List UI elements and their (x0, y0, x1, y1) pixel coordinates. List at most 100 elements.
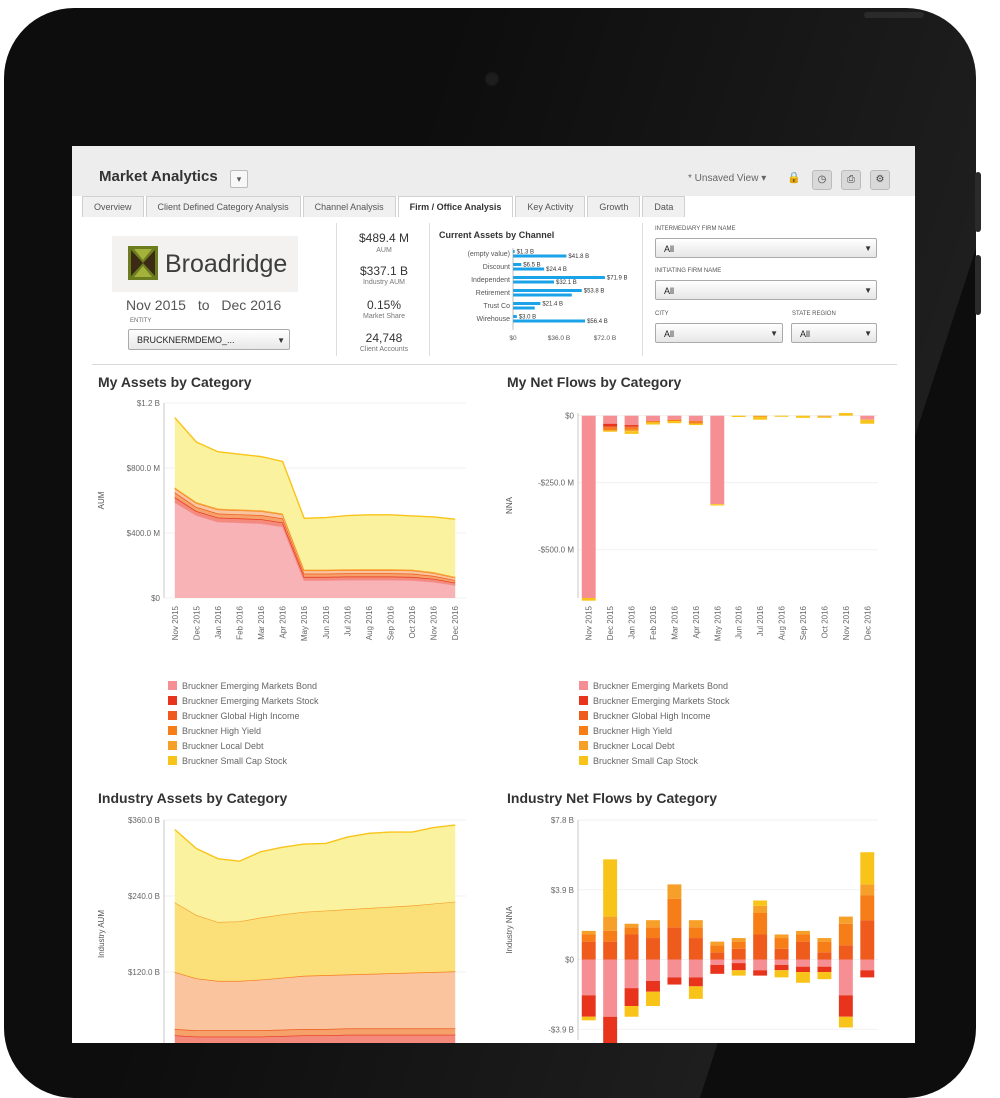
tab-firm-office-analysis[interactable]: Firm / Office Analysis (398, 196, 514, 217)
legend-swatch (579, 756, 588, 765)
lock-icon[interactable]: 🔒 (787, 171, 801, 184)
chevron-down-icon: ▼ (864, 281, 872, 301)
tab-client-defined-category-analysis[interactable]: Client Defined Category Analysis (146, 196, 301, 217)
bar-segment (603, 917, 617, 931)
filter-city-select[interactable]: All▼ (655, 323, 783, 343)
bar-segment (860, 895, 874, 920)
date-separator: to (198, 297, 210, 313)
bar-segment (582, 942, 596, 960)
x-tick-label: Aug 2016 (778, 605, 787, 640)
y-axis-label: AUM (97, 491, 106, 509)
channel-bar-label: $24.4 B (546, 267, 567, 273)
bar-segment (817, 952, 831, 959)
tab-key-activity[interactable]: Key Activity (515, 196, 585, 217)
entity-select[interactable]: BRUCKNERMDEMO_... ▼ (128, 329, 290, 350)
bar-segment (625, 426, 639, 427)
bar-segment (839, 924, 853, 945)
bar-segment (582, 995, 596, 1016)
bar-segment (860, 420, 874, 424)
legend-swatch (579, 741, 588, 750)
date-end: Dec 2016 (221, 297, 281, 313)
bar-segment (667, 421, 681, 423)
bar-segment (775, 970, 789, 977)
my-flows-chart: $0-$250.0 M-$500.0 MNov 2015Dec 2015Jan … (492, 391, 915, 681)
legend-item: Bruckner High Yield (579, 723, 730, 738)
legend-swatch (168, 696, 177, 705)
camera-icon (484, 71, 500, 87)
broadridge-logo-mark (128, 246, 158, 280)
bar-segment (625, 425, 639, 426)
legend-label: Bruckner Small Cap Stock (182, 756, 287, 766)
bar-segment (732, 963, 746, 970)
bar-segment (667, 420, 681, 421)
legend-item: Bruckner Emerging Markets Bond (579, 678, 730, 693)
tab-growth[interactable]: Growth (587, 196, 640, 217)
bar-segment (689, 416, 703, 421)
kpi-client-accounts-label: Client Accounts (344, 346, 424, 353)
bar-segment (839, 960, 853, 996)
bar-segment (689, 421, 703, 424)
filter-state-select[interactable]: All▼ (791, 323, 877, 343)
channel-bar-label: $41.8 B (568, 254, 589, 260)
legend-swatch (168, 741, 177, 750)
legend-swatch (579, 711, 588, 720)
legend-label: Bruckner Global High Income (182, 711, 300, 721)
bar-segment (667, 899, 681, 928)
y-tick-label: $360.0 B (128, 816, 160, 825)
legend-swatch (168, 681, 177, 690)
clock-icon[interactable]: ◷ (812, 170, 832, 190)
bar-segment (753, 970, 767, 975)
legend-item: Bruckner Local Debt (168, 738, 319, 753)
gear-icon[interactable]: ⚙ (870, 170, 890, 190)
bar-segment (582, 598, 596, 601)
filter-state-value: All (800, 329, 810, 339)
channel-bar (513, 302, 540, 305)
kpi-aum-label: AUM (344, 247, 424, 254)
tab-overview[interactable]: Overview (82, 196, 144, 217)
filter-intermediary-value: All (664, 244, 674, 254)
tab-data[interactable]: Data (642, 196, 685, 217)
chevron-down-icon: ▼ (864, 239, 872, 259)
view-selector[interactable]: * Unsaved View ▾ (688, 173, 766, 184)
legend-swatch (579, 696, 588, 705)
print-icon[interactable]: ⎙ (841, 170, 861, 190)
legend-item: Bruckner High Yield (168, 723, 319, 738)
tab-channel-analysis[interactable]: Channel Analysis (303, 196, 396, 217)
y-tick-label: -$250.0 M (538, 479, 574, 488)
channel-bar (513, 294, 572, 297)
industry-flows-chart: $7.8 B$3.9 B$0-$3.9 BIndustry NNA (492, 806, 915, 1043)
bar-segment (646, 920, 660, 927)
my-assets-chart: $0$400.0 M$800.0 M$1.2 BNov 2015Dec 2015… (72, 391, 492, 681)
x-tick-label: Apr 2016 (692, 605, 701, 638)
y-tick-label: -$3.9 B (548, 1025, 574, 1034)
channel-x-tick: $0 (509, 335, 517, 342)
channel-bar (513, 255, 566, 258)
tablet-device-frame: Market Analytics ▾ * Unsaved View ▾ 🔒 ◷ … (4, 8, 976, 1098)
bar-segment (625, 960, 639, 989)
x-tick-label: Jan 2016 (214, 605, 223, 638)
bar-segment (646, 938, 660, 959)
bar-segment (603, 416, 617, 424)
channel-bar-label: $32.1 B (556, 280, 577, 286)
bar-segment (625, 934, 639, 959)
bar-segment (603, 1017, 617, 1043)
y-tick-label: -$500.0 M (538, 546, 574, 555)
x-tick-label: Nov 2016 (842, 605, 851, 640)
legend-swatch (579, 726, 588, 735)
x-tick-label: Sep 2016 (799, 605, 808, 640)
chevron-down-icon: ▼ (277, 330, 285, 351)
y-tick-label: $3.9 B (551, 886, 574, 895)
bar-segment (625, 416, 639, 425)
chevron-down-icon[interactable]: ▾ (230, 170, 248, 188)
filter-intermediary-select[interactable]: All ▼ (655, 238, 877, 258)
legend-item: Bruckner Global High Income (168, 708, 319, 723)
x-tick-label: May 2016 (300, 605, 309, 641)
x-tick-label: Nov 2016 (430, 605, 439, 640)
my-assets-title: My Assets by Category (98, 374, 252, 390)
channel-category-label: Retirement (476, 290, 510, 297)
y-axis-label: NNA (505, 496, 514, 514)
my-flows-title: My Net Flows by Category (507, 374, 681, 390)
kpi-aum-value: $489.4 M (344, 231, 424, 245)
bar-segment (625, 924, 639, 928)
filter-initiating-select[interactable]: All▼ (655, 280, 877, 300)
